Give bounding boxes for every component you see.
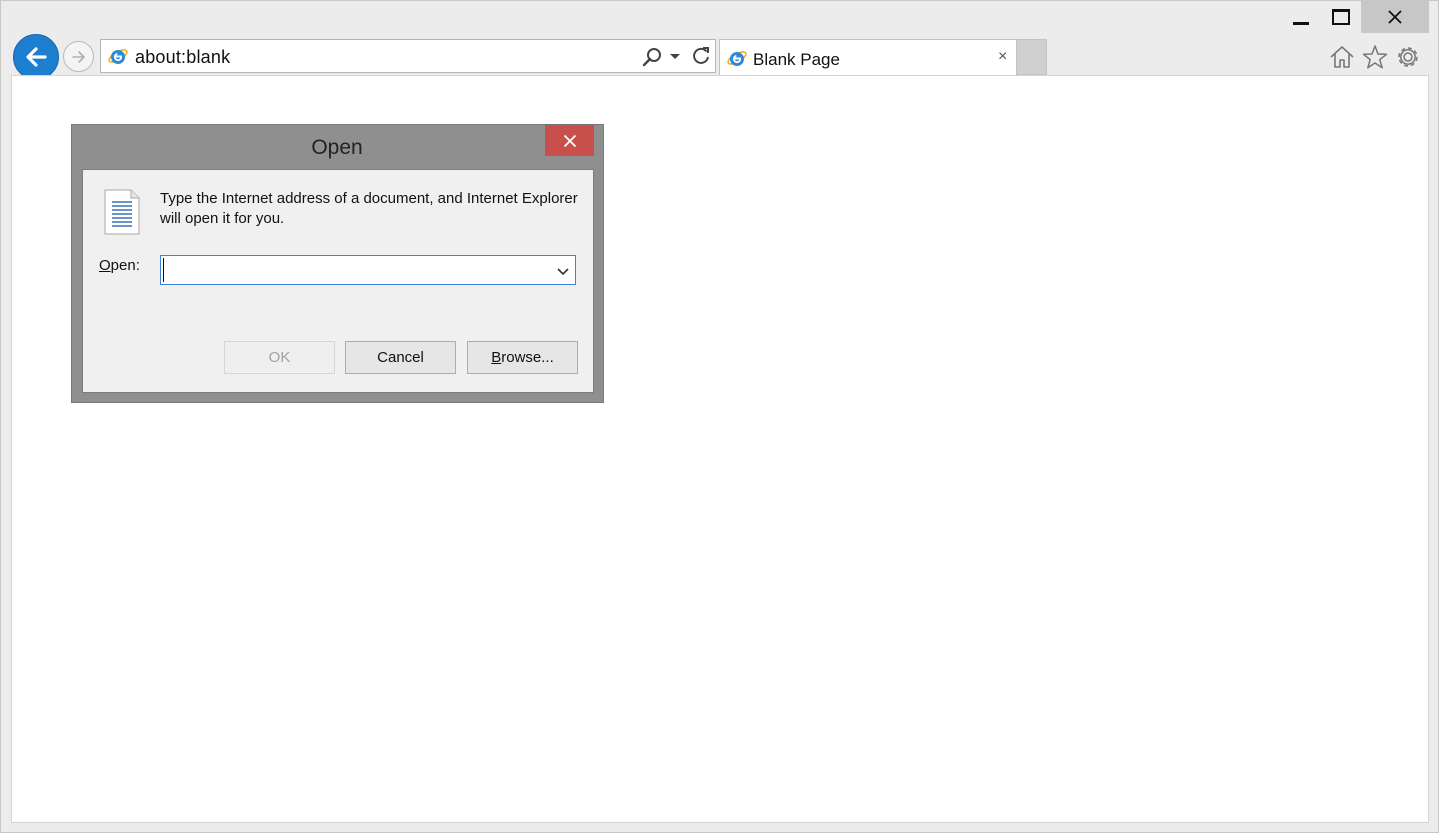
address-dropdown-icon[interactable] (670, 54, 680, 59)
browse-access-key: B (491, 349, 502, 366)
gear-icon[interactable] (1394, 43, 1422, 71)
cancel-button[interactable]: Cancel (345, 341, 456, 374)
open-input[interactable] (163, 258, 547, 282)
dialog-close-button[interactable] (545, 125, 594, 156)
ok-button[interactable]: OK (224, 341, 335, 374)
forward-arrow-icon (71, 50, 85, 63)
document-icon (104, 189, 140, 235)
tab-close-button[interactable]: × (998, 49, 1007, 65)
address-bar[interactable]: about:blank (100, 39, 716, 73)
browse-button[interactable]: Browse... (467, 341, 578, 374)
dialog-body: Type the Internet address of a document,… (82, 169, 594, 393)
close-icon (1388, 10, 1402, 24)
open-dialog: Open Type the Internet address of a docu… (71, 124, 604, 403)
ie-logo-icon (108, 49, 128, 64)
address-text: about:blank (135, 47, 231, 67)
forward-button[interactable] (63, 41, 94, 72)
open-label: Open: (99, 257, 140, 274)
browser-window: about:blank Blank Page × Open Type the I… (0, 0, 1439, 833)
search-icon[interactable] (641, 46, 663, 68)
star-icon[interactable] (1361, 43, 1389, 71)
open-label-access-key: O (99, 257, 111, 274)
ie-logo-icon (727, 51, 747, 66)
open-label-text: pen: (110, 257, 140, 274)
back-button[interactable] (13, 34, 59, 80)
close-icon (563, 134, 576, 147)
new-tab-button[interactable] (1017, 39, 1047, 75)
chevron-down-icon[interactable] (555, 263, 571, 279)
window-close-button[interactable] (1361, 1, 1429, 33)
back-arrow-icon (26, 47, 47, 67)
minimize-icon (1293, 21, 1309, 25)
dialog-message: Type the Internet address of a document,… (160, 190, 578, 227)
browse-label: rowse... (501, 349, 554, 366)
minimize-button[interactable] (1281, 1, 1321, 33)
tab-title: Blank Page (753, 50, 840, 69)
maximize-button[interactable] (1321, 1, 1361, 33)
tab-blank-page[interactable]: Blank Page × (719, 39, 1017, 75)
refresh-icon[interactable] (690, 45, 712, 67)
maximize-icon (1332, 9, 1350, 25)
home-icon[interactable] (1328, 43, 1356, 71)
open-combobox[interactable] (160, 255, 576, 285)
dialog-title: Open (311, 136, 363, 159)
